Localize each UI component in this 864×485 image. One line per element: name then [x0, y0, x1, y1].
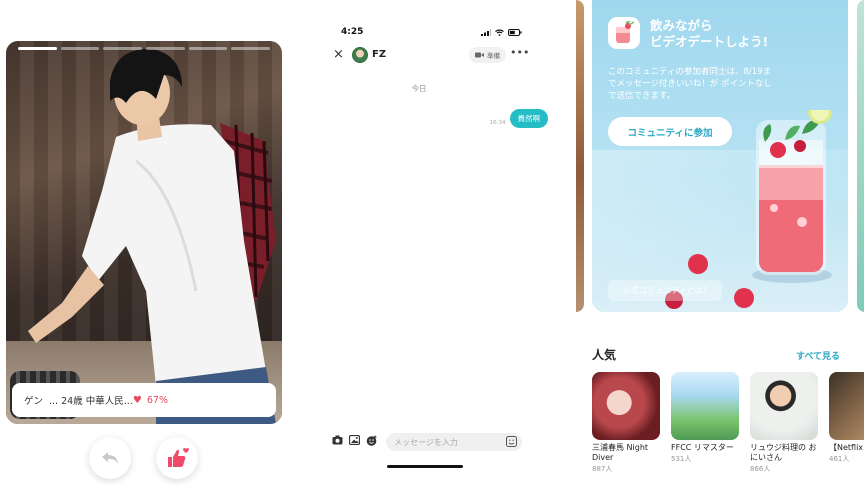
thumbs-up-heart-icon: [168, 448, 189, 467]
progress-segment: [103, 47, 143, 50]
wifi-icon: [495, 29, 504, 36]
profile-name: ゲン: [24, 396, 44, 407]
battery-icon: [508, 29, 522, 36]
undo-arrow-icon: [102, 452, 118, 464]
progress-segment: [231, 47, 271, 50]
sticker-icon[interactable]: [366, 435, 378, 446]
community-name: リュウジ料理の おにいさん: [750, 443, 817, 462]
contact-name[interactable]: FZ: [372, 49, 386, 60]
community-member-count: 887人: [592, 465, 613, 473]
avatar[interactable]: [352, 47, 368, 63]
join-community-button[interactable]: コミュニティに参加: [608, 117, 732, 146]
status-icons: [481, 29, 522, 36]
community-name: 【Netflix こだわと: [829, 443, 864, 452]
official-community-info-button[interactable]: 公式コミュニティとは?: [608, 280, 722, 301]
profile-info-bar[interactable]: ゲン ... 24歳 中華人民... ♥ 67%: [12, 383, 276, 417]
profile-photo-person: [28, 48, 276, 424]
cocktail-glass-icon: [616, 21, 635, 43]
community-thumbnail: [750, 372, 818, 440]
progress-segment: [60, 47, 100, 50]
community-thumbnail: [671, 372, 739, 440]
like-button[interactable]: [156, 437, 198, 479]
profile-panel: ゲン ... 24歳 中華人民... ♥ 67%: [0, 0, 288, 485]
undo-button[interactable]: [89, 437, 131, 479]
community-tile[interactable]: 三浦春馬 Night Diver 887人: [592, 372, 662, 474]
message-composer: メッセージを入力: [288, 432, 576, 452]
camera-icon[interactable]: [332, 435, 343, 445]
community-member-count: 531人: [671, 455, 692, 463]
community-member-count: 461人: [829, 455, 850, 463]
community-tile[interactable]: FFCC リマスター 531人: [671, 372, 741, 464]
home-indicator: [387, 465, 463, 468]
status-bar: 4:25: [288, 27, 576, 41]
see-all-link[interactable]: すべて見る: [796, 349, 840, 362]
chat-header: × FZ 準備 •••: [288, 46, 576, 66]
carousel-prev-card[interactable]: [576, 0, 584, 312]
progress-segment: [146, 47, 185, 50]
community-icon: [608, 17, 640, 49]
status-time: 4:25: [341, 27, 364, 37]
community-member-count: 866人: [750, 465, 771, 473]
progress-segment: [18, 47, 57, 50]
banner-title-line2: ビデオデートしよう!: [650, 34, 769, 49]
photo-progress-indicator: [18, 47, 271, 50]
video-camera-icon: [475, 52, 484, 58]
message-input[interactable]: メッセージを入力: [386, 433, 522, 451]
match-percent: 67%: [146, 394, 168, 406]
community-name: 三浦春馬 Night Diver: [592, 443, 649, 462]
screenshot-collage: ゲン ... 24歳 中華人民... ♥ 67% 4:25 × FZ 準備 ••…: [0, 0, 864, 485]
banner-description: このコミュニティの参加者同士は、8/19までメッセージ付きいいね！が ポイントな…: [608, 67, 773, 101]
carousel-next-card[interactable]: [857, 0, 864, 312]
popular-section-title: 人気: [592, 348, 617, 362]
message-input-placeholder: メッセージを入力: [394, 437, 458, 447]
signal-icon: [481, 29, 491, 36]
community-banner[interactable]: 飲みながら ビデオデートしよう! このコミュニティの参加者同士は、8/19までメ…: [592, 0, 848, 312]
gif-sticker-icon[interactable]: [506, 436, 517, 447]
image-icon[interactable]: [349, 435, 360, 445]
community-thumbnail: [829, 372, 864, 440]
community-tile[interactable]: リュウジ料理の おにいさん 866人: [750, 372, 820, 474]
more-options-icon[interactable]: •••: [510, 46, 529, 59]
banner-title-line1: 飲みながら: [650, 18, 713, 33]
banner-title: 飲みながら ビデオデートしよう!: [650, 18, 768, 50]
message-time: 16:34: [489, 120, 506, 126]
heart-icon: ♥: [132, 394, 142, 406]
chat-panel: 4:25 × FZ 準備 ••• 今日 16:34 貴然啊 メッセージを入力: [288, 0, 576, 485]
community-thumbnail: [592, 372, 660, 440]
video-call-label: 準備: [487, 52, 500, 60]
day-separator: 今日: [411, 84, 427, 93]
profile-photo-card[interactable]: ゲン ... 24歳 中華人民... ♥ 67%: [6, 41, 282, 424]
message-row: 16:34 貴然啊: [468, 108, 548, 128]
video-call-button[interactable]: 準備: [469, 47, 506, 63]
community-name: FFCC リマスター: [671, 443, 734, 452]
community-panel: 飲みながら ビデオデートしよう! このコミュニティの参加者同士は、8/19までメ…: [576, 0, 864, 485]
close-icon[interactable]: ×: [333, 47, 344, 62]
message-bubble[interactable]: 貴然啊: [509, 109, 548, 128]
community-tile[interactable]: 【Netflix こだわと 461人: [829, 372, 864, 464]
progress-segment: [188, 47, 228, 50]
profile-detail: ... 24歳 中華人民...: [49, 396, 133, 407]
